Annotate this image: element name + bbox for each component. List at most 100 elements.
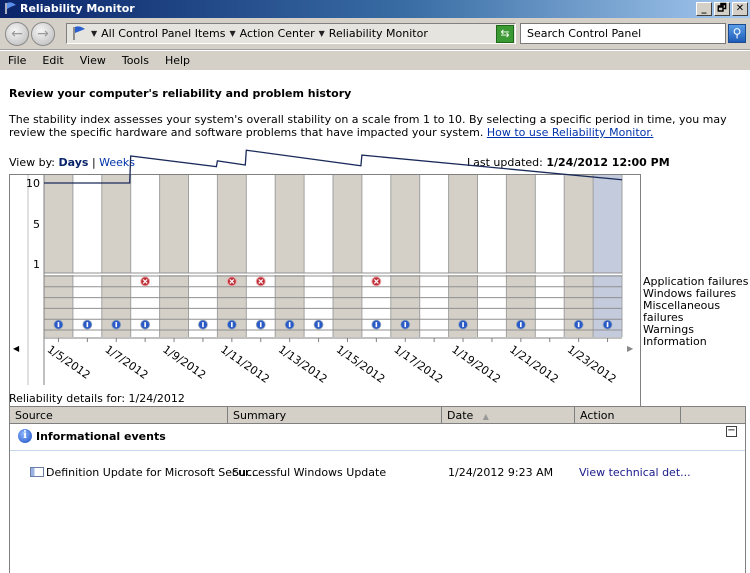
x-tick-label: 1/5/2012 [45, 343, 93, 382]
day-column[interactable] [333, 175, 362, 337]
breadcrumb-control-panel[interactable]: All Control Panel Items [101, 27, 225, 40]
day-column[interactable] [246, 175, 276, 337]
table-row[interactable]: Definition Update for Microsoft Secur...… [10, 466, 745, 482]
column-source[interactable]: Source [10, 407, 228, 424]
day-column[interactable] [390, 175, 420, 337]
forward-arrow-icon: → [37, 26, 49, 42]
day-column[interactable] [217, 175, 247, 337]
back-button[interactable]: ← [5, 22, 29, 46]
info-mark [462, 322, 464, 328]
info-mark [375, 322, 378, 328]
day-column[interactable] [448, 175, 478, 337]
information-icon[interactable] [400, 319, 411, 330]
day-column[interactable] [72, 175, 102, 337]
window-title: Reliability Monitor [20, 2, 135, 15]
group-title: Informational events [36, 429, 166, 443]
menu-view[interactable]: View [72, 51, 114, 70]
critical-error-icon[interactable] [255, 276, 266, 287]
info-mark [115, 322, 118, 328]
group-informational-events[interactable]: i Informational events [18, 429, 166, 443]
information-icon[interactable] [111, 319, 122, 330]
collapse-group-button[interactable]: − [726, 426, 737, 437]
forward-button[interactable]: → [31, 22, 55, 46]
search-button[interactable]: ⚲ [728, 24, 746, 43]
flag-icon [71, 26, 87, 44]
info-mark [317, 322, 320, 328]
event-legend: Application failures Windows failures Mi… [643, 276, 750, 348]
address-field[interactable]: ▼ All Control Panel Items ▼ Action Cente… [66, 23, 516, 44]
main-content: Review your computer's reliability and p… [0, 70, 750, 573]
day-column[interactable] [101, 175, 131, 337]
menu-edit[interactable]: Edit [34, 51, 71, 70]
information-icon[interactable] [371, 319, 382, 330]
reliability-chart[interactable]: 10 5 1 1/5/2012 1/7/2012 1/9/2012 1/11/2012… [0, 70, 750, 390]
information-icon[interactable] [458, 319, 468, 330]
day-column[interactable] [361, 175, 391, 337]
info-mark [520, 322, 522, 328]
menu-tools[interactable]: Tools [114, 51, 157, 70]
information-icon[interactable] [198, 319, 208, 330]
group-divider [10, 450, 745, 451]
details-table: Source Summary Date ▲ Action i Informati… [9, 406, 746, 573]
breadcrumb: ▼ All Control Panel Items ▼ Action Cente… [91, 27, 428, 40]
minimize-button[interactable]: _ [696, 2, 712, 16]
info-mark [57, 322, 60, 328]
day-column[interactable] [304, 175, 333, 337]
column-date[interactable]: Date ▲ [442, 407, 575, 424]
breadcrumb-action-center[interactable]: Action Center [240, 27, 315, 40]
menu-file[interactable]: File [0, 51, 34, 70]
search-icon: ⚲ [732, 26, 742, 40]
information-icon: i [18, 429, 32, 443]
day-column[interactable] [275, 175, 305, 337]
column-summary[interactable]: Summary [228, 407, 442, 424]
legend-misc-failures: Miscellaneous failures [643, 299, 721, 324]
day-column[interactable] [593, 175, 622, 337]
information-icon[interactable] [255, 319, 266, 330]
information-icon[interactable] [313, 319, 324, 330]
day-column[interactable] [159, 175, 189, 337]
reliability-details-label: Reliability details for: 1/24/2012 [9, 392, 185, 405]
day-column[interactable] [535, 175, 565, 337]
critical-error-icon[interactable] [226, 276, 237, 287]
information-icon[interactable] [226, 319, 237, 330]
day-column[interactable] [130, 175, 160, 337]
day-column[interactable] [477, 175, 507, 337]
chevron-down-icon[interactable]: ▼ [319, 27, 325, 40]
information-icon[interactable] [602, 319, 613, 330]
row-source: Definition Update for Microsoft Secur... [30, 466, 259, 479]
menu-help[interactable]: Help [157, 51, 198, 70]
information-icon[interactable] [140, 319, 151, 330]
information-icon[interactable] [82, 319, 93, 330]
chevron-down-icon[interactable]: ▼ [91, 27, 97, 40]
x-tick-label: 1/19/2012 [449, 343, 503, 386]
information-icon[interactable] [284, 319, 295, 330]
breadcrumb-reliability-monitor[interactable]: Reliability Monitor [329, 27, 428, 40]
action-center-flag-icon [4, 2, 18, 18]
day-column[interactable] [419, 175, 449, 337]
information-icon[interactable] [53, 319, 64, 330]
column-action[interactable]: Action [575, 407, 681, 424]
search-input[interactable]: Search Control Panel [520, 23, 726, 44]
row-summary: Successful Windows Update [232, 466, 387, 479]
day-column[interactable] [188, 175, 218, 337]
close-button[interactable]: ✕ [732, 2, 748, 16]
day-column[interactable] [44, 175, 73, 337]
chevron-down-icon[interactable]: ▼ [230, 27, 236, 40]
info-mark [404, 322, 407, 328]
x-tick-label: 1/21/2012 [507, 343, 561, 386]
back-arrow-icon: ← [11, 26, 23, 42]
y-tick-10: 10 [26, 177, 40, 190]
critical-error-icon[interactable] [371, 276, 382, 287]
critical-error-icon[interactable] [140, 276, 151, 287]
information-icon[interactable] [515, 319, 526, 330]
refresh-button[interactable]: ⇆ [496, 25, 514, 43]
day-column[interactable] [564, 175, 594, 337]
x-tick-label: 1/13/2012 [276, 343, 330, 386]
restore-button[interactable]: 🗗 [714, 2, 730, 16]
x-tick-label: 1/15/2012 [334, 343, 388, 386]
view-technical-details-link[interactable]: View technical det... [579, 466, 691, 479]
row-source-text: Definition Update for Microsoft Secur... [46, 466, 260, 479]
information-icon[interactable] [573, 319, 584, 330]
day-column[interactable] [506, 175, 536, 337]
x-tick-label: 1/11/2012 [218, 343, 272, 386]
